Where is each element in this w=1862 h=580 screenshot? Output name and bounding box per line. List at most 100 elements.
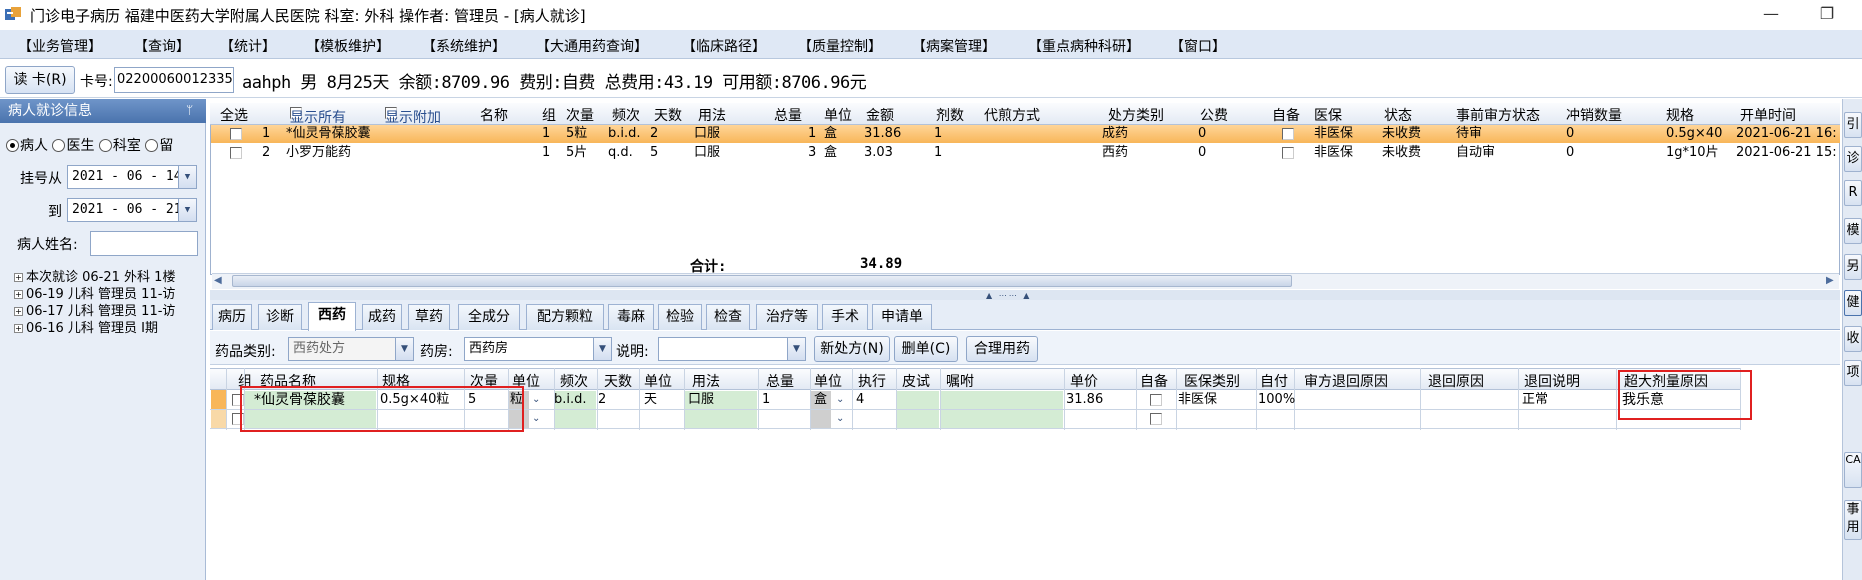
visit-tree: + 本次就诊 06-21 外科 1楼 +06-19 儿科 管理员 11-访 +06…: [14, 269, 204, 339]
col-days: 天数: [604, 374, 632, 390]
side-button-2[interactable]: 诊: [1844, 146, 1862, 172]
tab-granule[interactable]: 配方颗粒: [526, 304, 604, 330]
tab-herbal[interactable]: 草药: [408, 304, 450, 330]
filter-radio-group: 病人 医生 科室 留: [6, 135, 173, 155]
total: 1: [808, 126, 817, 141]
amount: 31.86: [864, 126, 902, 141]
pharmacy-select[interactable]: 西药房 ▼: [464, 337, 612, 361]
side-button-event[interactable]: 事用: [1844, 500, 1862, 540]
col-select-all[interactable]: 全选: [220, 105, 248, 125]
side-button-4[interactable]: 模: [1844, 218, 1862, 244]
tab-treatment[interactable]: 治疗等: [756, 304, 818, 330]
menu-item-window[interactable]: 【窗口】: [1170, 36, 1226, 56]
patient-name-input[interactable]: [90, 231, 198, 256]
tab-narcotic[interactable]: 毒麻: [608, 304, 654, 330]
tab-western-med[interactable]: 西药: [308, 302, 356, 331]
chevron-down-icon[interactable]: ▼: [787, 338, 805, 360]
day-unit[interactable]: 天: [644, 391, 657, 409]
tab-record[interactable]: 病历: [212, 304, 252, 330]
menu-item-stats[interactable]: 【统计】: [220, 36, 276, 56]
table-row-2[interactable]: 2 小罗万能药 1 5片 q.d. 5 口服 3 盒 3.03 1 西药 0 非…: [210, 144, 1840, 162]
chevron-down-icon[interactable]: ⌄: [836, 410, 844, 428]
menu-item-quality[interactable]: 【质量控制】: [798, 36, 882, 56]
menu-item-business[interactable]: 【业务管理】: [18, 36, 102, 56]
minimize-button[interactable]: —: [1756, 3, 1786, 25]
scroll-left-icon[interactable]: ◀: [214, 275, 222, 286]
chevron-down-icon[interactable]: ▼: [593, 338, 611, 360]
side-button-3[interactable]: R: [1844, 180, 1862, 206]
row-checkbox[interactable]: [230, 128, 242, 140]
tab-application[interactable]: 申请单: [872, 304, 932, 330]
radio-patient[interactable]: 病人: [6, 138, 48, 154]
tab-full-ingredient[interactable]: 全成分: [458, 304, 520, 330]
to-date-picker[interactable]: 2021 - 06 - 21 ▼: [67, 198, 197, 222]
menu-item-template[interactable]: 【模板维护】: [306, 36, 390, 56]
exec[interactable]: 4: [856, 391, 864, 409]
chevron-down-icon[interactable]: ▼: [395, 338, 413, 360]
row-checkbox[interactable]: [230, 147, 242, 159]
scroll-right-icon[interactable]: ▶: [1826, 275, 1834, 286]
drug-type-select[interactable]: 西药处方 ▼: [288, 337, 414, 361]
new-prescription-button[interactable]: 新处方(N): [814, 336, 890, 362]
read-card-button[interactable]: 读 卡(R): [5, 66, 75, 94]
menu-item-system[interactable]: 【系统维护】: [422, 36, 506, 56]
menu-item-research[interactable]: 【重点病种科研】: [1028, 36, 1140, 56]
menu-item-clinical-path[interactable]: 【临床路径】: [682, 36, 766, 56]
col-time: 开单时间: [1740, 108, 1796, 124]
side-button-1[interactable]: 引: [1844, 112, 1862, 138]
usage[interactable]: 口服: [688, 391, 714, 409]
audit: 自动审: [1456, 145, 1496, 160]
side-button-6[interactable]: 健: [1844, 290, 1862, 316]
self-checkbox[interactable]: [1150, 394, 1162, 406]
menu-item-query[interactable]: 【查询】: [134, 36, 190, 56]
side-button-ca[interactable]: CA: [1844, 452, 1862, 488]
delete-prescription-button[interactable]: 删单(C): [894, 336, 958, 362]
chevron-down-icon[interactable]: ⌄: [836, 391, 844, 409]
category: 西药: [1102, 145, 1129, 160]
freq[interactable]: b.i.d.: [554, 391, 587, 409]
return-note[interactable]: 正常: [1522, 391, 1548, 409]
side-button-5[interactable]: 另: [1844, 254, 1862, 280]
note-select[interactable]: ▼: [658, 337, 806, 361]
radio-department[interactable]: 科室: [98, 138, 141, 154]
restore-button[interactable]: ❐: [1812, 3, 1842, 25]
tab-exam[interactable]: 检查: [706, 304, 750, 330]
chevron-down-icon[interactable]: ▼: [178, 166, 196, 188]
tree-item[interactable]: +06-19 儿科 管理员 11-访: [14, 286, 204, 303]
tab-surgery[interactable]: 手术: [822, 304, 868, 330]
spec: 0.5g×40: [1666, 126, 1723, 141]
radio-stay[interactable]: 留: [145, 138, 173, 154]
days[interactable]: 2: [598, 391, 606, 409]
tab-patent-med[interactable]: 成药: [362, 304, 402, 330]
tab-diagnosis[interactable]: 诊断: [258, 304, 302, 330]
self-checkbox[interactable]: [1282, 147, 1294, 159]
side-button-8[interactable]: 项: [1844, 360, 1862, 386]
radio-doctor[interactable]: 医生: [52, 138, 94, 154]
self-checkbox[interactable]: [1150, 413, 1162, 425]
col-price: 单价: [1070, 374, 1098, 390]
tree-item[interactable]: +06-17 儿科 管理员 11-访: [14, 303, 204, 320]
from-date-picker[interactable]: 2021 - 06 - 14 ▼: [67, 165, 197, 189]
tab-lab[interactable]: 检验: [658, 304, 702, 330]
tree-item[interactable]: + 本次就诊 06-21 外科 1楼: [14, 269, 204, 286]
menu-item-drug-query[interactable]: 【大通用药查询】: [536, 36, 648, 56]
chevron-down-icon[interactable]: ▼: [178, 199, 196, 221]
splitter-grip-icon[interactable]: ▲ ⋯⋯ ▲: [986, 291, 1031, 300]
pin-icon[interactable]: ᛘ: [186, 103, 193, 117]
menu-item-records[interactable]: 【病案管理】: [912, 36, 996, 56]
side-button-7[interactable]: 收: [1844, 326, 1862, 352]
total[interactable]: 1: [762, 391, 770, 409]
card-number-input[interactable]: 022000600123358: [114, 67, 234, 93]
unit[interactable]: 盒: [814, 391, 827, 409]
rational-drug-button[interactable]: 合理用药: [966, 336, 1038, 362]
scroll-thumb[interactable]: [232, 275, 1292, 287]
patient-name-label: 病人姓名:: [17, 237, 78, 253]
table-row-1[interactable]: 1 *仙灵骨葆胶囊 1 5粒 b.i.d. 2 口服 1 盒 31.86 1 成…: [210, 125, 1840, 143]
row-index: 2: [262, 145, 271, 160]
chevron-down-icon[interactable]: ⌄: [532, 410, 540, 428]
col-exec: 执行: [858, 374, 886, 390]
tree-item[interactable]: +06-16 儿科 管理员 I期: [14, 320, 204, 337]
chevron-down-icon[interactable]: ⌄: [532, 391, 540, 409]
col-total: 总量: [766, 374, 794, 390]
self-checkbox[interactable]: [1282, 128, 1294, 140]
